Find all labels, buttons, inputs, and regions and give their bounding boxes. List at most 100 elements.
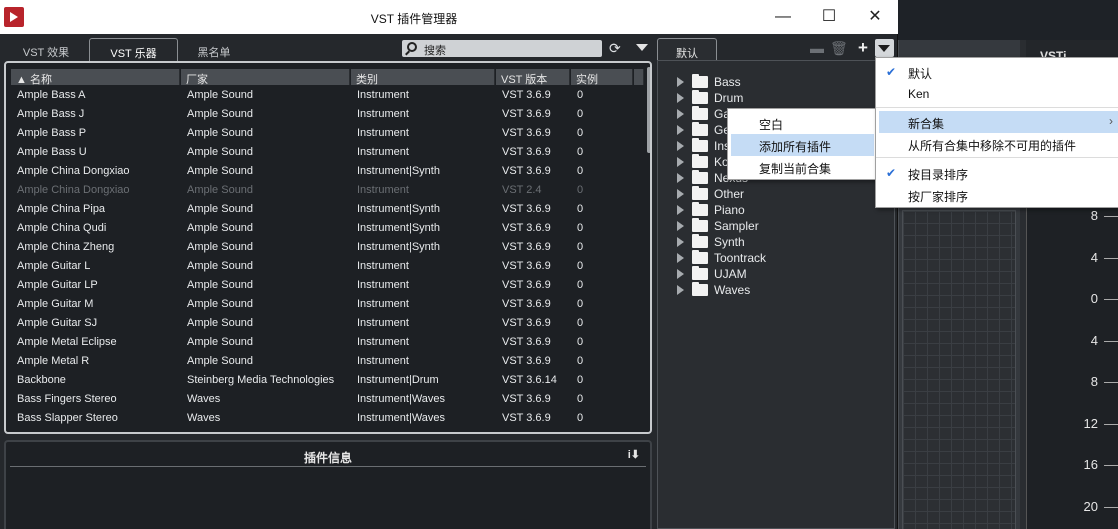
table-row[interactable]: Ample Metal R Ample Sound Instrument VST 3.… (6, 352, 646, 371)
menu-item-default[interactable]: ✔ 默认 (876, 61, 1118, 83)
table-row[interactable]: Ample Bass U Ample Sound Instrument VST 3.6… (6, 143, 646, 162)
minimize-button[interactable]: — (760, 0, 806, 34)
expand-arrow-icon[interactable] (677, 157, 684, 167)
expand-arrow-icon[interactable] (677, 173, 684, 183)
scale-tick-line (1104, 216, 1118, 217)
collection-tab-default[interactable]: 默认 (657, 38, 717, 62)
table-row[interactable]: Ample China Qudi Ample Sound Instrument|Sy… (6, 219, 646, 238)
folder-item[interactable]: UJAM (677, 266, 877, 282)
collection-menu-button[interactable] (875, 39, 894, 57)
cell-name: Ample China Dongxiao (17, 184, 130, 196)
expand-arrow-icon[interactable] (677, 109, 684, 119)
close-button[interactable]: ✕ (852, 0, 898, 34)
table-row[interactable]: Backbone Steinberg Media Technologies Inst… (6, 371, 646, 390)
cell-version: VST 3.6.9 (502, 260, 551, 272)
table-row[interactable]: Ample Guitar M Ample Sound Instrument VST 3… (6, 295, 646, 314)
table-row[interactable]: Ample China Zheng Ample Sound Instrument|S… (6, 238, 646, 257)
menu-item-new-collection[interactable]: 新合集 › (879, 111, 1118, 133)
expand-arrow-icon[interactable] (677, 141, 684, 151)
folder-item[interactable]: Drum (677, 90, 877, 106)
column-header-instances[interactable]: 实例 (571, 69, 633, 86)
scale-tick-line (1104, 299, 1118, 300)
folder-item[interactable]: Bass (677, 74, 877, 90)
menu-item-sort-by-folder[interactable]: ✔ 按目录排序 (876, 162, 1118, 184)
cell-category: Instrument|Drum (357, 374, 439, 386)
menu-item-empty[interactable]: 空白 (728, 112, 876, 134)
menu-item-sort-by-vendor[interactable]: 按厂家排序 (876, 184, 1118, 206)
table-row[interactable]: Ample Bass P Ample Sound Instrument VST 3.6… (6, 124, 646, 143)
cell-name: Ample Bass U (17, 146, 87, 158)
table-row[interactable]: Ample China Pipa Ample Sound Instrument|Sy… (6, 200, 646, 219)
table-row[interactable]: Ample Metal Eclipse Ample Sound Instrument… (6, 333, 646, 352)
tab-blacklist[interactable]: 黑名单 (184, 38, 244, 62)
cell-instances: 0 (577, 393, 584, 405)
menu-item-label: 新合集 (908, 117, 945, 131)
table-row[interactable]: Ample Guitar SJ Ample Sound Instrument VST … (6, 314, 646, 333)
table-row[interactable]: Ample China Dongxiao Ample Sound Instrumen… (6, 162, 646, 181)
folder-item[interactable]: Waves (677, 282, 877, 298)
cell-name: Bass Slapper Stereo (17, 412, 118, 424)
folder-item[interactable]: Other (677, 186, 877, 202)
expand-arrow-icon[interactable] (677, 253, 684, 263)
folder-item[interactable]: Piano (677, 202, 877, 218)
cell-name: Ample Guitar LP (17, 279, 98, 291)
chevron-right-icon: › (1109, 114, 1113, 128)
expand-arrow-icon[interactable] (677, 205, 684, 215)
cell-instances: 0 (577, 203, 584, 215)
table-row[interactable]: Bass Fingers Stereo Waves Instrument|Waves… (6, 390, 646, 409)
folder-item[interactable]: Toontrack (677, 250, 877, 266)
folder-icon (692, 218, 708, 232)
folder-item[interactable]: Sampler (677, 218, 877, 234)
table-row[interactable]: Bass Slapper Stereo Waves Instrument|Waves… (6, 409, 646, 428)
cell-name: Bass Fingers Stereo (17, 393, 117, 405)
tab-vst-effects[interactable]: VST 效果 (10, 38, 82, 62)
cell-name: Ample Bass A (17, 89, 86, 101)
level-scale: 8 4 0 4 8 12 16 20 (1026, 205, 1118, 529)
table-row[interactable]: Ample China Dongxiao Ample Sound Instrumen… (6, 181, 646, 200)
expand-arrow-icon[interactable] (677, 285, 684, 295)
cell-version: VST 3.6.9 (502, 317, 551, 329)
menu-item-ken[interactable]: Ken (876, 83, 1118, 105)
expand-arrow-icon[interactable] (677, 237, 684, 247)
expand-arrow-icon[interactable] (677, 269, 684, 279)
add-icon[interactable]: + (858, 38, 868, 58)
expand-arrow-icon[interactable] (677, 125, 684, 135)
expand-arrow-icon[interactable] (677, 189, 684, 199)
cell-instances: 0 (577, 412, 584, 424)
refresh-icon[interactable]: ⟳ (609, 40, 621, 57)
filter-dropdown-icon[interactable] (636, 44, 648, 51)
table-row[interactable]: Ample Bass A Ample Sound Instrument VST 3.6… (6, 86, 646, 105)
cell-name: Ample China Pipa (17, 203, 106, 215)
cell-vendor: Steinberg Media Technologies (187, 374, 335, 386)
expand-arrow-icon[interactable] (677, 221, 684, 231)
search-input[interactable]: 搜索 (402, 40, 602, 57)
expand-arrow-icon[interactable] (677, 77, 684, 87)
search-placeholder: 搜索 (424, 45, 446, 57)
column-header-version[interactable]: VST 版本 (496, 69, 570, 86)
table-row[interactable]: Ample Guitar L Ample Sound Instrument VST 3… (6, 257, 646, 276)
menu-item-copy-collection[interactable]: 复制当前合集 (728, 156, 876, 178)
column-header-vendor[interactable]: 厂家 (181, 69, 350, 86)
cell-vendor: Ample Sound (187, 355, 254, 367)
info-export-icon[interactable]: i⬇ (628, 448, 640, 461)
folder-label: Drum (714, 91, 744, 105)
folder-label: Other (714, 187, 745, 201)
table-row[interactable]: Ample Guitar LP Ample Sound Instrument VST … (6, 276, 646, 295)
folder-item[interactable]: Synth (677, 234, 877, 250)
column-header-name[interactable]: ▲ 名称 (11, 69, 180, 86)
maximize-button[interactable]: ☐ (806, 0, 852, 34)
trash-icon[interactable]: 🗑 (830, 40, 848, 57)
tab-vst-instruments[interactable]: VST 乐器 (89, 38, 178, 62)
menu-item-add-all-plugins[interactable]: 添加所有插件 (731, 134, 874, 156)
cell-version: VST 3.6.9 (502, 165, 551, 177)
folder-icon[interactable]: ▬ (810, 40, 824, 56)
cell-name: Ample Metal Eclipse (17, 336, 117, 348)
vertical-scrollbar[interactable] (647, 67, 650, 153)
cell-category: Instrument (357, 298, 409, 310)
table-row[interactable]: Ample Bass J Ample Sound Instrument VST 3.6… (6, 105, 646, 124)
column-header-category[interactable]: 类别 (351, 69, 495, 86)
menu-item-remove-unavailable[interactable]: 从所有合集中移除不可用的插件 (876, 133, 1118, 155)
cell-name: Ample Bass J (17, 108, 85, 120)
expand-arrow-icon[interactable] (677, 93, 684, 103)
cell-version: VST 3.6.14 (502, 374, 557, 386)
